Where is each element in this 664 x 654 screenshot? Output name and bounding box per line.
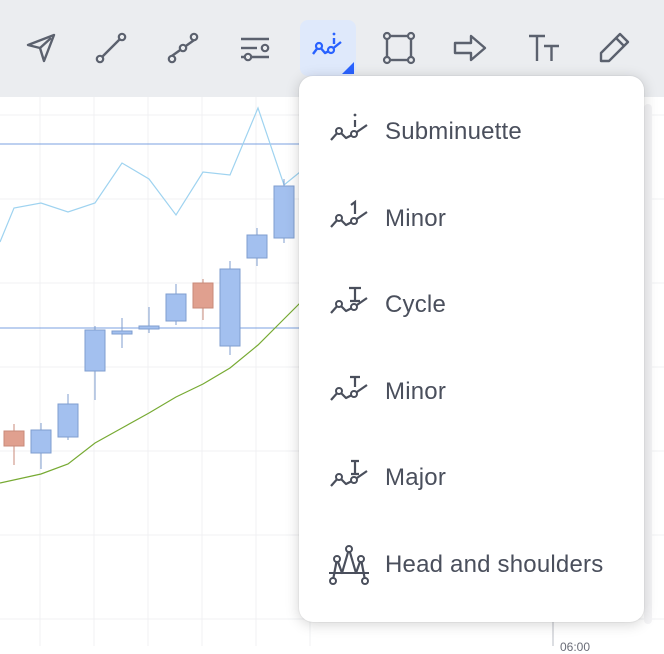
brush-icon [599,32,630,63]
trend-line-tool-button[interactable] [83,20,139,76]
head-and-shoulders-icon [327,543,371,587]
indicator-line [0,106,301,243]
trend-line-icon [95,32,127,64]
rectangle-tool-button[interactable] [371,20,427,76]
menu-item-label: Major [385,464,447,491]
text-tool-icon [529,34,559,61]
brush-tool-button[interactable] [586,20,642,76]
menu-item-minor-alt[interactable]: Minor [299,349,644,435]
menu-item-major[interactable]: Major [299,435,644,521]
fib-retracement-icon [241,37,270,62]
menu-item-subminuette[interactable]: Subminuette [299,89,644,175]
elliott-minor-1-icon [327,197,371,241]
menu-item-minor[interactable]: Minor [299,176,644,262]
elliott-cycle-icon [327,283,371,327]
text-tool-button[interactable] [516,20,572,76]
menu-scroll-edge [644,104,652,624]
arrow-right-tool-button[interactable] [442,20,498,76]
menu-item-label: Minor [385,378,447,405]
menu-item-label: Subminuette [385,118,522,145]
menu-item-label: Cycle [385,291,447,318]
menu-item-head-and-shoulders[interactable]: Head and shoulders [299,522,644,608]
time-axis-label: 06:00 [560,640,591,654]
menu-item-cycle[interactable]: Cycle [299,262,644,348]
arrow-right-icon [453,34,487,62]
candlesticks [3,179,295,469]
multi-point-line-tool-button[interactable] [155,20,211,76]
moving-average-line [0,302,301,484]
menu-item-label: Minor [385,205,447,232]
fib-retracement-tool-button[interactable] [227,20,283,76]
elliott-wave-tool-button[interactable] [300,20,356,76]
elliott-subminuette-icon [327,110,371,154]
multi-point-line-icon [167,32,199,64]
arrow-cursor-tool-button[interactable] [13,20,69,76]
arrow-cursor-icon [26,33,56,63]
elliott-minor-t-icon [327,370,371,414]
elliott-major-icon [327,456,371,500]
rectangle-icon [382,31,416,65]
elliott-wave-dropdown-menu: Subminuette Minor Cycle Minor Major Head… [299,76,644,622]
submenu-indicator [342,62,354,74]
menu-item-label: Head and shoulders [385,551,604,578]
